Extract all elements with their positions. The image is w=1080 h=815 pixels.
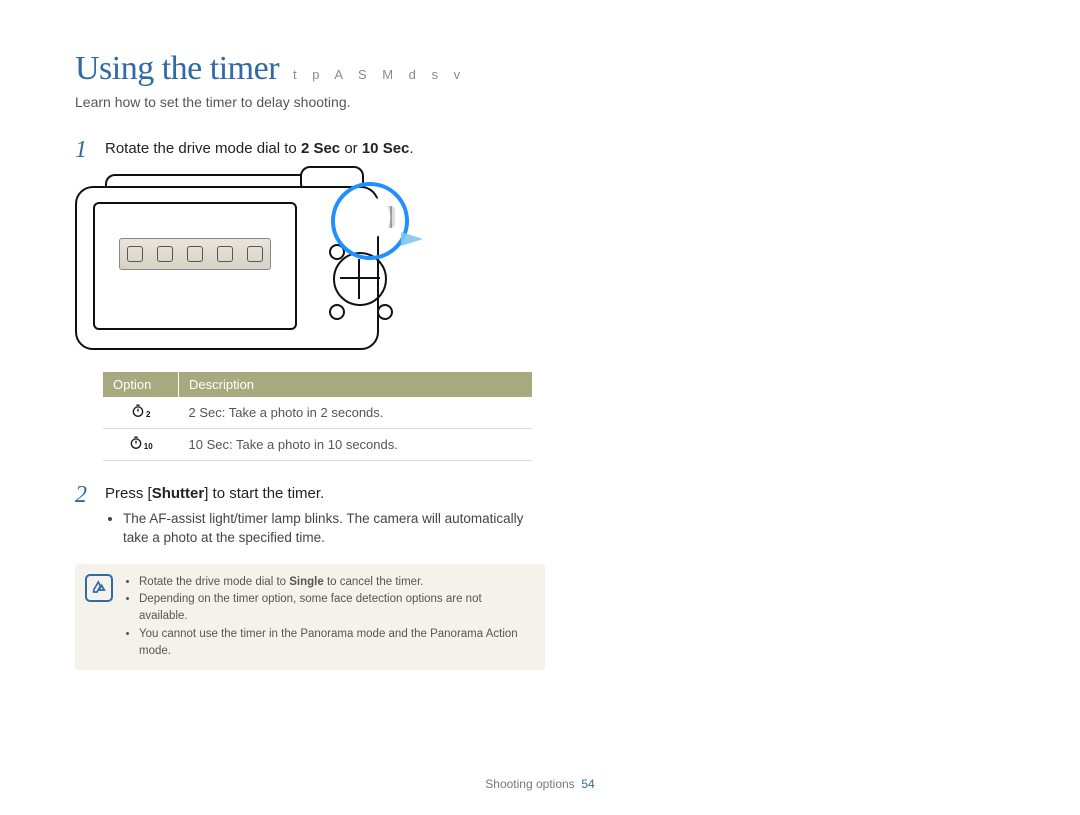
t: Single: [289, 576, 324, 588]
note-bullet: You cannot use the timer in the Panorama…: [139, 626, 533, 661]
t: or: [340, 140, 362, 157]
table-row: 2 2 Sec: Take a photo in 2 seconds.: [103, 397, 533, 429]
page-footer: Shooting options 54: [0, 777, 1080, 791]
drive-mode-dial-highlight-icon: [331, 182, 409, 260]
table-row: 10 10 Sec: Take a photo in 10 seconds.: [103, 429, 533, 461]
footer-page-number: 54: [581, 777, 594, 791]
t: : Take a photo in 2 seconds.: [222, 405, 384, 420]
th-option: Option: [103, 372, 179, 397]
step-2: 2 Press [Shutter] to start the timer. Th…: [75, 483, 545, 550]
t: Rotate the drive mode dial to: [139, 576, 289, 588]
footer-section: Shooting options: [485, 777, 574, 791]
camera-small-button: [377, 304, 393, 320]
note-bullet: Depending on the timer option, some face…: [139, 591, 533, 626]
t: 10 Sec: [189, 437, 229, 452]
th-description: Description: [179, 372, 533, 397]
t: Shutter: [152, 485, 205, 502]
camera-small-button: [329, 304, 345, 320]
timer-10sec-icon: 10: [129, 436, 153, 450]
t: 10 Sec: [362, 140, 410, 157]
step-number: 2: [75, 483, 93, 550]
step-text: Press [Shutter] to start the timer. The …: [105, 483, 545, 550]
note-bullet: Rotate the drive mode dial to Single to …: [139, 574, 533, 591]
t: Press [: [105, 485, 152, 502]
t: : Take a photo in 10 seconds.: [229, 437, 398, 452]
options-table: Option Description 2 2 Sec: Take a photo…: [103, 372, 533, 461]
step-text: Rotate the drive mode dial to 2 Sec or 1…: [105, 138, 414, 162]
t: 2 Sec: [189, 405, 222, 420]
t: ] to start the timer.: [204, 485, 324, 502]
page-subtitle: Learn how to set the timer to delay shoo…: [75, 94, 1020, 110]
t: .: [409, 140, 413, 157]
rotate-arrow-icon: [401, 232, 423, 246]
camera-illustration: [75, 174, 405, 354]
timer-2sec-icon: 2: [131, 404, 150, 418]
note-box: Rotate the drive mode dial to Single to …: [75, 564, 545, 670]
step-number: 1: [75, 138, 93, 162]
page-title: Using the timer: [75, 50, 279, 88]
t: 2: [146, 410, 150, 419]
t: Rotate the drive mode dial to: [105, 140, 301, 157]
t: to cancel the timer.: [324, 576, 424, 588]
camera-dpad: [333, 252, 387, 306]
step-1: 1 Rotate the drive mode dial to 2 Sec or…: [75, 138, 545, 162]
t: 2 Sec: [301, 140, 340, 157]
camera-menu-strip: [119, 238, 271, 270]
t: 10: [144, 442, 153, 451]
step-bullet: The AF-assist light/timer lamp blinks. T…: [123, 509, 545, 548]
mode-icon-strip: t p A S M d s v: [293, 67, 466, 82]
note-icon: [85, 574, 113, 602]
